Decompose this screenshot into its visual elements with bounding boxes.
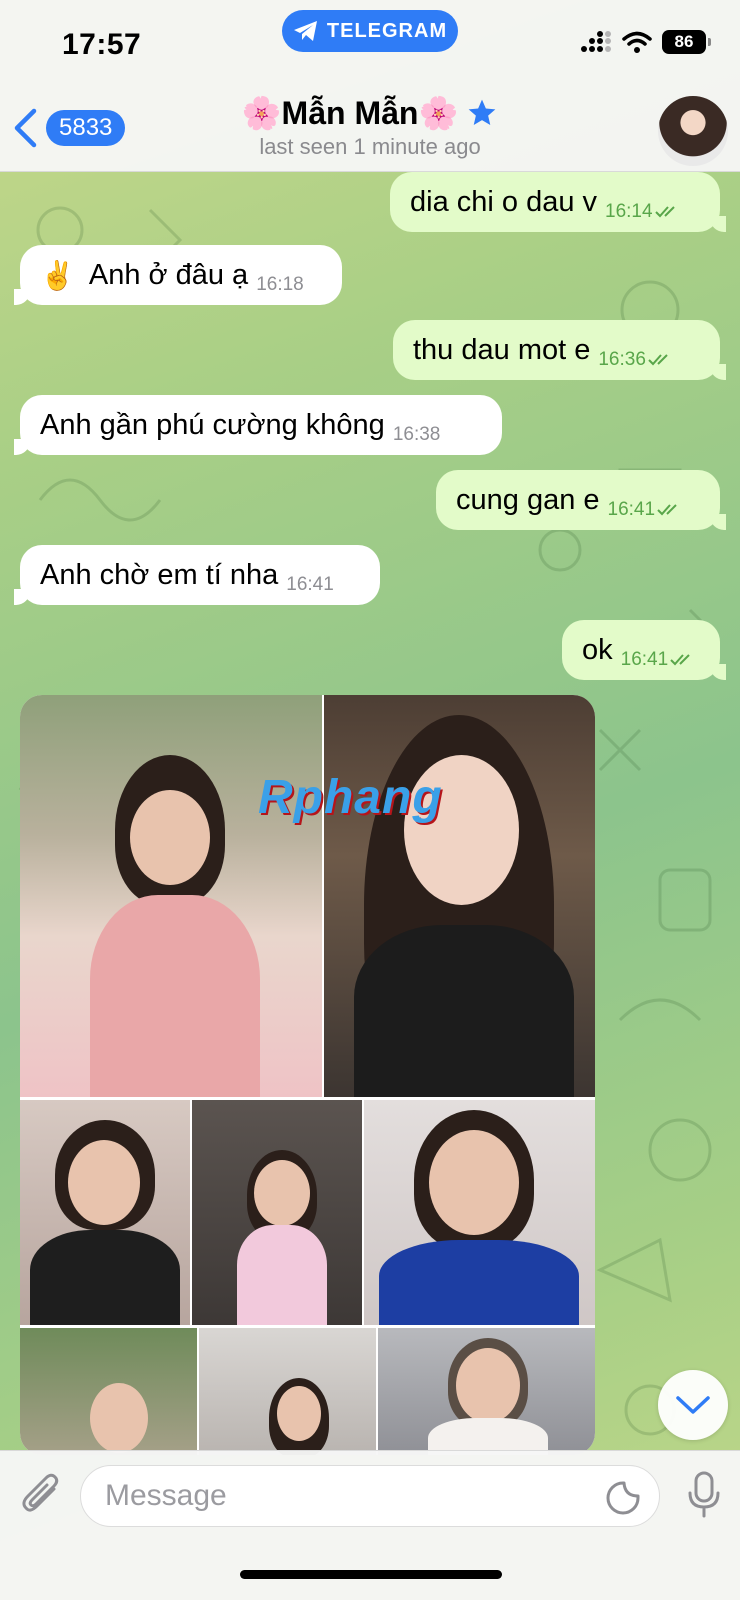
message-text: thu dau mot e	[413, 333, 591, 366]
telegram-pill-label: TELEGRAM	[326, 19, 448, 42]
star-icon	[468, 99, 496, 125]
message-input-placeholder: Message	[105, 1479, 227, 1512]
voice-message-button[interactable]	[686, 1471, 722, 1524]
album-photo[interactable]	[378, 1328, 595, 1455]
sticker-button[interactable]	[605, 1480, 641, 1524]
album-photo[interactable]	[192, 1100, 362, 1325]
message-time: 16:38	[392, 424, 441, 445]
chat-name: 🌸Mẫn Mẫn🌸	[241, 95, 459, 131]
message-bubble-outgoing[interactable]: dia chi o dau v 16:14	[390, 172, 726, 232]
wifi-icon	[622, 31, 652, 53]
message-time: 16:41	[608, 499, 684, 521]
message-text: Anh gần phú cường không	[40, 408, 385, 441]
home-indicator	[240, 1570, 502, 1579]
scroll-to-bottom-button[interactable]	[658, 1370, 728, 1440]
status-time: 17:57	[62, 28, 142, 61]
last-seen-status: last seen 1 minute ago	[259, 134, 481, 159]
message-bubble-incoming[interactable]: Anh chờ em tí nha 16:41	[14, 545, 380, 605]
attach-button[interactable]	[20, 1471, 64, 1524]
top-bar: 17:57 TELEGRAM 86 5833 🌸Mẫn Mẫn🌸 last se…	[0, 0, 740, 172]
battery-level: 86	[674, 32, 694, 51]
message-text: cung gan e	[456, 483, 600, 516]
message-input[interactable]: Message	[80, 1465, 660, 1527]
double-check-icon	[657, 504, 677, 516]
double-check-icon	[654, 206, 675, 218]
message-bubble-outgoing[interactable]: ok 16:41	[562, 620, 726, 680]
cellular-signal-icon	[581, 31, 611, 52]
message-text: dia chi o dau v	[410, 185, 598, 218]
victory-hand-icon: ✌️	[40, 259, 75, 291]
message-bubble-incoming[interactable]: Anh gần phú cường không 16:38	[14, 395, 502, 455]
message-time: 16:18	[256, 274, 304, 295]
message-time: 16:41	[621, 649, 697, 671]
album-photo[interactable]	[20, 695, 322, 1097]
message-text: Anh chờ em tí nha	[40, 558, 279, 591]
album-photo[interactable]	[324, 695, 595, 1097]
message-bubble-outgoing[interactable]: thu dau mot e 16:36	[393, 320, 726, 380]
album-photo[interactable]	[199, 1328, 376, 1455]
battery-indicator: 86	[662, 30, 711, 54]
telegram-pill[interactable]: TELEGRAM	[282, 10, 458, 52]
double-check-icon	[648, 354, 668, 366]
message-text: Anh ở đâu ạ	[88, 258, 249, 291]
status-icons: 86	[580, 30, 711, 54]
avatar[interactable]	[658, 96, 728, 166]
album-photo[interactable]	[20, 1100, 190, 1325]
message-time: 16:36	[598, 349, 674, 371]
paperclip-icon	[22, 1473, 59, 1512]
album-photo[interactable]	[364, 1100, 595, 1325]
sticker-icon	[606, 1481, 640, 1515]
message-bubble-incoming[interactable]: ✌️ Anh ở đâu ạ 16:18	[14, 245, 342, 305]
message-time: 16:41	[286, 574, 334, 595]
double-check-icon	[670, 654, 690, 666]
message-text: ok	[582, 633, 613, 666]
album-photo[interactable]	[20, 1328, 197, 1455]
message-time: 16:14	[605, 201, 681, 223]
chat-title-area[interactable]: 🌸Mẫn Mẫn🌸 last seen 1 minute ago	[0, 94, 740, 160]
chevron-down-icon	[676, 1396, 710, 1414]
telegram-plane-icon	[293, 21, 317, 41]
microphone-icon	[688, 1471, 720, 1518]
message-bubble-outgoing[interactable]: cung gan e 16:41	[436, 470, 726, 530]
watermark-logo: Rphang	[258, 771, 443, 824]
